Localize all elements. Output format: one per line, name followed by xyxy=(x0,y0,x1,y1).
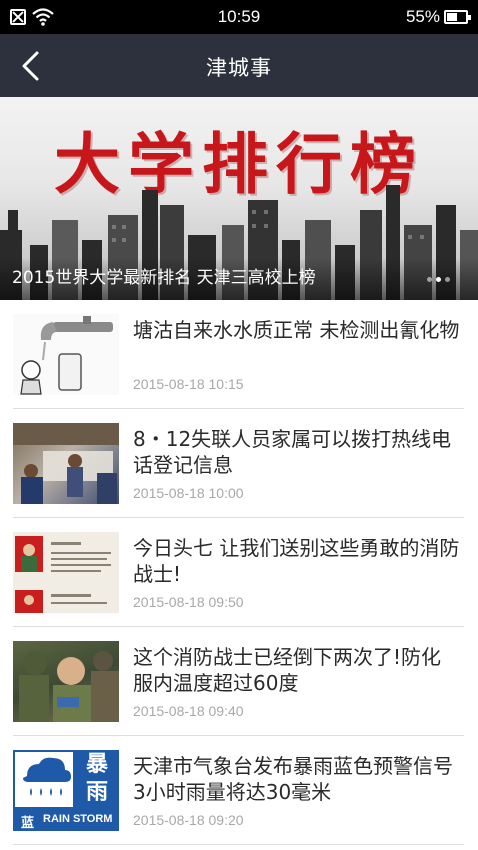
news-title: 天津市气象台发布暴雨蓝色预警信号 3小时雨量将达30毫米 xyxy=(133,754,453,804)
banner-caption: 2015世界大学最新排名 天津三高校上榜 xyxy=(12,268,316,288)
news-time: 2015-08-18 09:50 xyxy=(133,594,244,610)
carousel-dot-active xyxy=(436,277,441,282)
firefighter-rescue-photo xyxy=(13,641,119,722)
status-bar: 10:59 55% xyxy=(0,0,478,34)
people-registration-photo xyxy=(13,423,119,504)
news-title: 今日头七 让我们送别这些勇敢的消防战士! xyxy=(133,536,460,586)
carousel-dot xyxy=(427,277,432,282)
news-item[interactable]: 塘沽自来水水质正常 未检测出氰化物 2015-08-18 10:15 xyxy=(0,300,478,409)
featured-banner[interactable]: 大学排行榜 2015世界大学最新排名 天津三高校上榜 xyxy=(0,97,478,300)
news-time: 2015-08-18 09:20 xyxy=(133,812,244,828)
news-time: 2015-08-18 09:40 xyxy=(133,703,244,719)
news-item[interactable]: 8・12失联人员家属可以拨打热线电话登记信息 2015-08-18 10:00 xyxy=(0,409,478,518)
page-title: 津城事 xyxy=(206,56,272,80)
rainstorm-char-bottom: 雨 xyxy=(85,780,108,805)
news-title: 8・12失联人员家属可以拨打热线电话登记信息 xyxy=(133,427,452,477)
rainstorm-char-top: 暴 xyxy=(85,752,108,777)
navigation-bar: 津城事 xyxy=(0,34,478,97)
water-tap-cartoon-icon xyxy=(13,314,119,395)
rainstorm-label: 蓝 RAIN STORM xyxy=(13,809,119,831)
news-time: 2015-08-18 10:15 xyxy=(133,376,244,392)
news-time: 2015-08-18 10:00 xyxy=(133,485,244,501)
battery-percent: 55% xyxy=(405,7,440,26)
rainstorm-warning-icon: 暴 雨 蓝 RAIN STORM xyxy=(13,750,119,831)
rainstorm-label-cn: 蓝 xyxy=(21,815,35,830)
firefighter-memorial-photo xyxy=(13,532,119,613)
carousel-indicator xyxy=(427,277,450,282)
news-list: 塘沽自来水水质正常 未检测出氰化物 2015-08-18 10:15 8・12失… xyxy=(0,300,478,845)
battery-icon xyxy=(444,10,471,24)
news-title: 这个消防战士已经倒下两次了!防化服内温度超过60度 xyxy=(133,645,442,695)
news-item[interactable]: 这个消防战士已经倒下两次了!防化服内温度超过60度 2015-08-18 09:… xyxy=(0,627,478,736)
carousel-dot xyxy=(445,277,450,282)
news-item[interactable]: 今日头七 让我们送别这些勇敢的消防战士! 2015-08-18 09:50 xyxy=(0,518,478,627)
rainstorm-label-en: RAIN STORM xyxy=(43,813,113,825)
news-title: 塘沽自来水水质正常 未检测出氰化物 xyxy=(133,318,460,342)
news-item[interactable]: 暴 雨 蓝 RAIN STORM 天津市气象台发布暴雨蓝色预警信号 3小时雨量将… xyxy=(0,736,478,845)
